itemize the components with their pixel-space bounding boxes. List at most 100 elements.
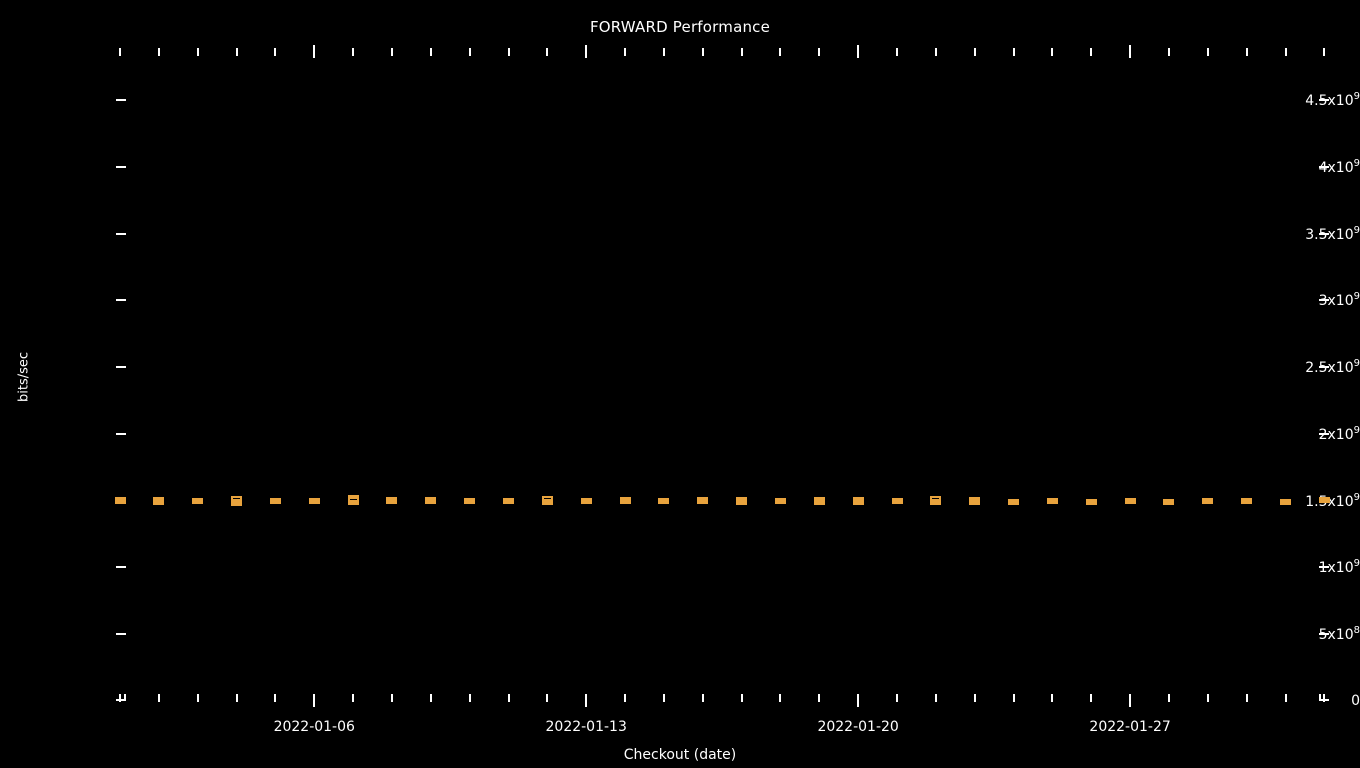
x-axis-minor-tick-top xyxy=(779,48,782,56)
data-point-box xyxy=(347,494,359,505)
y-axis-tick-right xyxy=(1319,633,1329,636)
y-axis-tick-right xyxy=(1319,432,1329,435)
x-axis-minor-tick-top xyxy=(973,48,976,56)
y-axis-label: bits/sec xyxy=(16,351,32,403)
box-quartile-line xyxy=(736,502,748,505)
box-quartile-line xyxy=(153,502,165,505)
data-point-box xyxy=(1318,497,1330,504)
y-axis-tick xyxy=(116,566,126,569)
chart-canvas: FORWARD Performance bits/sec Checkout (d… xyxy=(0,0,1360,768)
x-axis-minor-tick xyxy=(235,694,238,702)
data-point-box xyxy=(736,496,748,506)
y-axis-tick-label: 3.5x109 xyxy=(1305,224,1360,243)
x-axis-minor-tick xyxy=(119,694,121,702)
x-axis-minor-tick-top xyxy=(662,48,665,56)
data-point-box xyxy=(658,497,670,504)
x-axis-minor-tick xyxy=(352,694,355,702)
box-quartile-line xyxy=(425,502,437,505)
box-quartile-line xyxy=(1085,502,1097,505)
box-quartile-line xyxy=(580,502,592,505)
x-axis-minor-tick xyxy=(468,694,471,702)
box-quartile-line xyxy=(231,503,243,506)
data-point-box xyxy=(1202,497,1214,504)
y-axis-tick-label: 5x108 xyxy=(1318,625,1360,644)
x-axis-major-tick xyxy=(313,694,316,707)
y-axis-tick-label: 2x109 xyxy=(1318,425,1360,443)
x-axis-tick-label: 2022-01-27 xyxy=(1089,719,1171,735)
y-axis-tick xyxy=(116,366,126,369)
box-quartile-line xyxy=(1163,502,1175,505)
x-axis-major-tick xyxy=(585,694,588,707)
box-quartile-line xyxy=(697,502,709,505)
box-quartile-line xyxy=(891,502,903,505)
x-axis-minor-tick-top xyxy=(390,48,393,56)
x-axis-minor-tick-top xyxy=(274,48,277,56)
box-quartile-line xyxy=(308,501,320,504)
box-quartile-line xyxy=(464,501,476,504)
x-axis-minor-tick xyxy=(429,694,432,702)
y-axis-tick xyxy=(116,633,126,636)
x-axis-minor-tick-top xyxy=(1051,48,1054,56)
x-axis-label: Checkout (date) xyxy=(623,747,737,763)
y-axis-tick-right xyxy=(1319,299,1329,302)
x-axis-minor-tick-top xyxy=(468,48,471,56)
data-point-box xyxy=(1280,498,1291,505)
data-point-box xyxy=(308,497,320,504)
box-quartile-line xyxy=(969,502,981,505)
x-axis-minor-tick xyxy=(624,694,627,702)
x-axis-minor-tick xyxy=(157,694,160,702)
x-axis-minor-tick xyxy=(818,694,821,702)
x-axis-minor-tick-top xyxy=(119,48,121,56)
x-axis-minor-tick-top xyxy=(1090,48,1093,56)
data-point-box xyxy=(386,496,398,505)
data-point-box xyxy=(619,497,631,505)
x-axis-major-tick-top xyxy=(585,45,588,58)
x-axis-minor-tick xyxy=(274,694,277,702)
data-point-box xyxy=(503,498,514,505)
y-axis-tick xyxy=(116,232,126,235)
box-quartile-line xyxy=(813,502,825,505)
y-axis-tick-label: 1x109 xyxy=(1318,558,1360,577)
x-axis-minor-tick-top xyxy=(1206,48,1209,56)
y-axis-right-origin-corner xyxy=(1319,694,1321,701)
box-quartile-line xyxy=(658,501,670,504)
y-axis-tick-right xyxy=(1319,165,1329,168)
x-axis-minor-tick xyxy=(390,694,393,702)
data-point-box xyxy=(580,497,592,505)
data-point-box xyxy=(464,497,476,504)
x-axis-minor-tick xyxy=(507,694,510,702)
y-axis-tick-label: 0 xyxy=(1351,693,1360,709)
box-quartile-line xyxy=(1318,501,1330,504)
data-point-box xyxy=(697,496,709,505)
x-axis-minor-tick xyxy=(1323,694,1326,702)
y-axis-tick-right xyxy=(1319,232,1329,235)
x-axis-minor-tick-top xyxy=(1167,48,1170,56)
x-axis-minor-tick-top xyxy=(157,48,160,56)
x-axis-minor-tick-top xyxy=(624,48,627,56)
data-point-box xyxy=(1085,499,1097,506)
box-quartile-line xyxy=(852,503,864,506)
y-axis-tick-right xyxy=(1319,566,1329,569)
y-axis-tick-label: 4.5x109 xyxy=(1305,91,1360,109)
x-axis-minor-tick-top xyxy=(818,48,821,56)
y-axis-tick-label: 2.5x109 xyxy=(1305,358,1360,376)
box-quartile-line xyxy=(386,501,398,504)
x-axis-tick-label: 2022-01-20 xyxy=(817,719,899,735)
box-quartile-line xyxy=(269,502,281,505)
x-axis-minor-tick xyxy=(1167,694,1170,702)
x-axis-minor-tick-top xyxy=(701,48,704,56)
box-quartile-line xyxy=(503,501,514,504)
box-quartile-line xyxy=(1241,501,1253,504)
data-point-box xyxy=(813,497,825,505)
x-axis-minor-tick-top xyxy=(896,48,898,56)
box-quartile-line xyxy=(1280,502,1291,504)
x-axis-minor-tick-top xyxy=(352,48,355,56)
x-axis-minor-tick-top xyxy=(1245,48,1248,56)
data-point-box xyxy=(930,496,942,505)
x-axis-minor-tick xyxy=(934,694,937,702)
y-axis-tick xyxy=(116,99,126,101)
x-axis-minor-tick xyxy=(1051,694,1054,702)
box-quartile-line xyxy=(1046,501,1058,504)
box-quartile-line xyxy=(619,502,631,505)
x-axis-minor-tick xyxy=(1012,694,1015,702)
